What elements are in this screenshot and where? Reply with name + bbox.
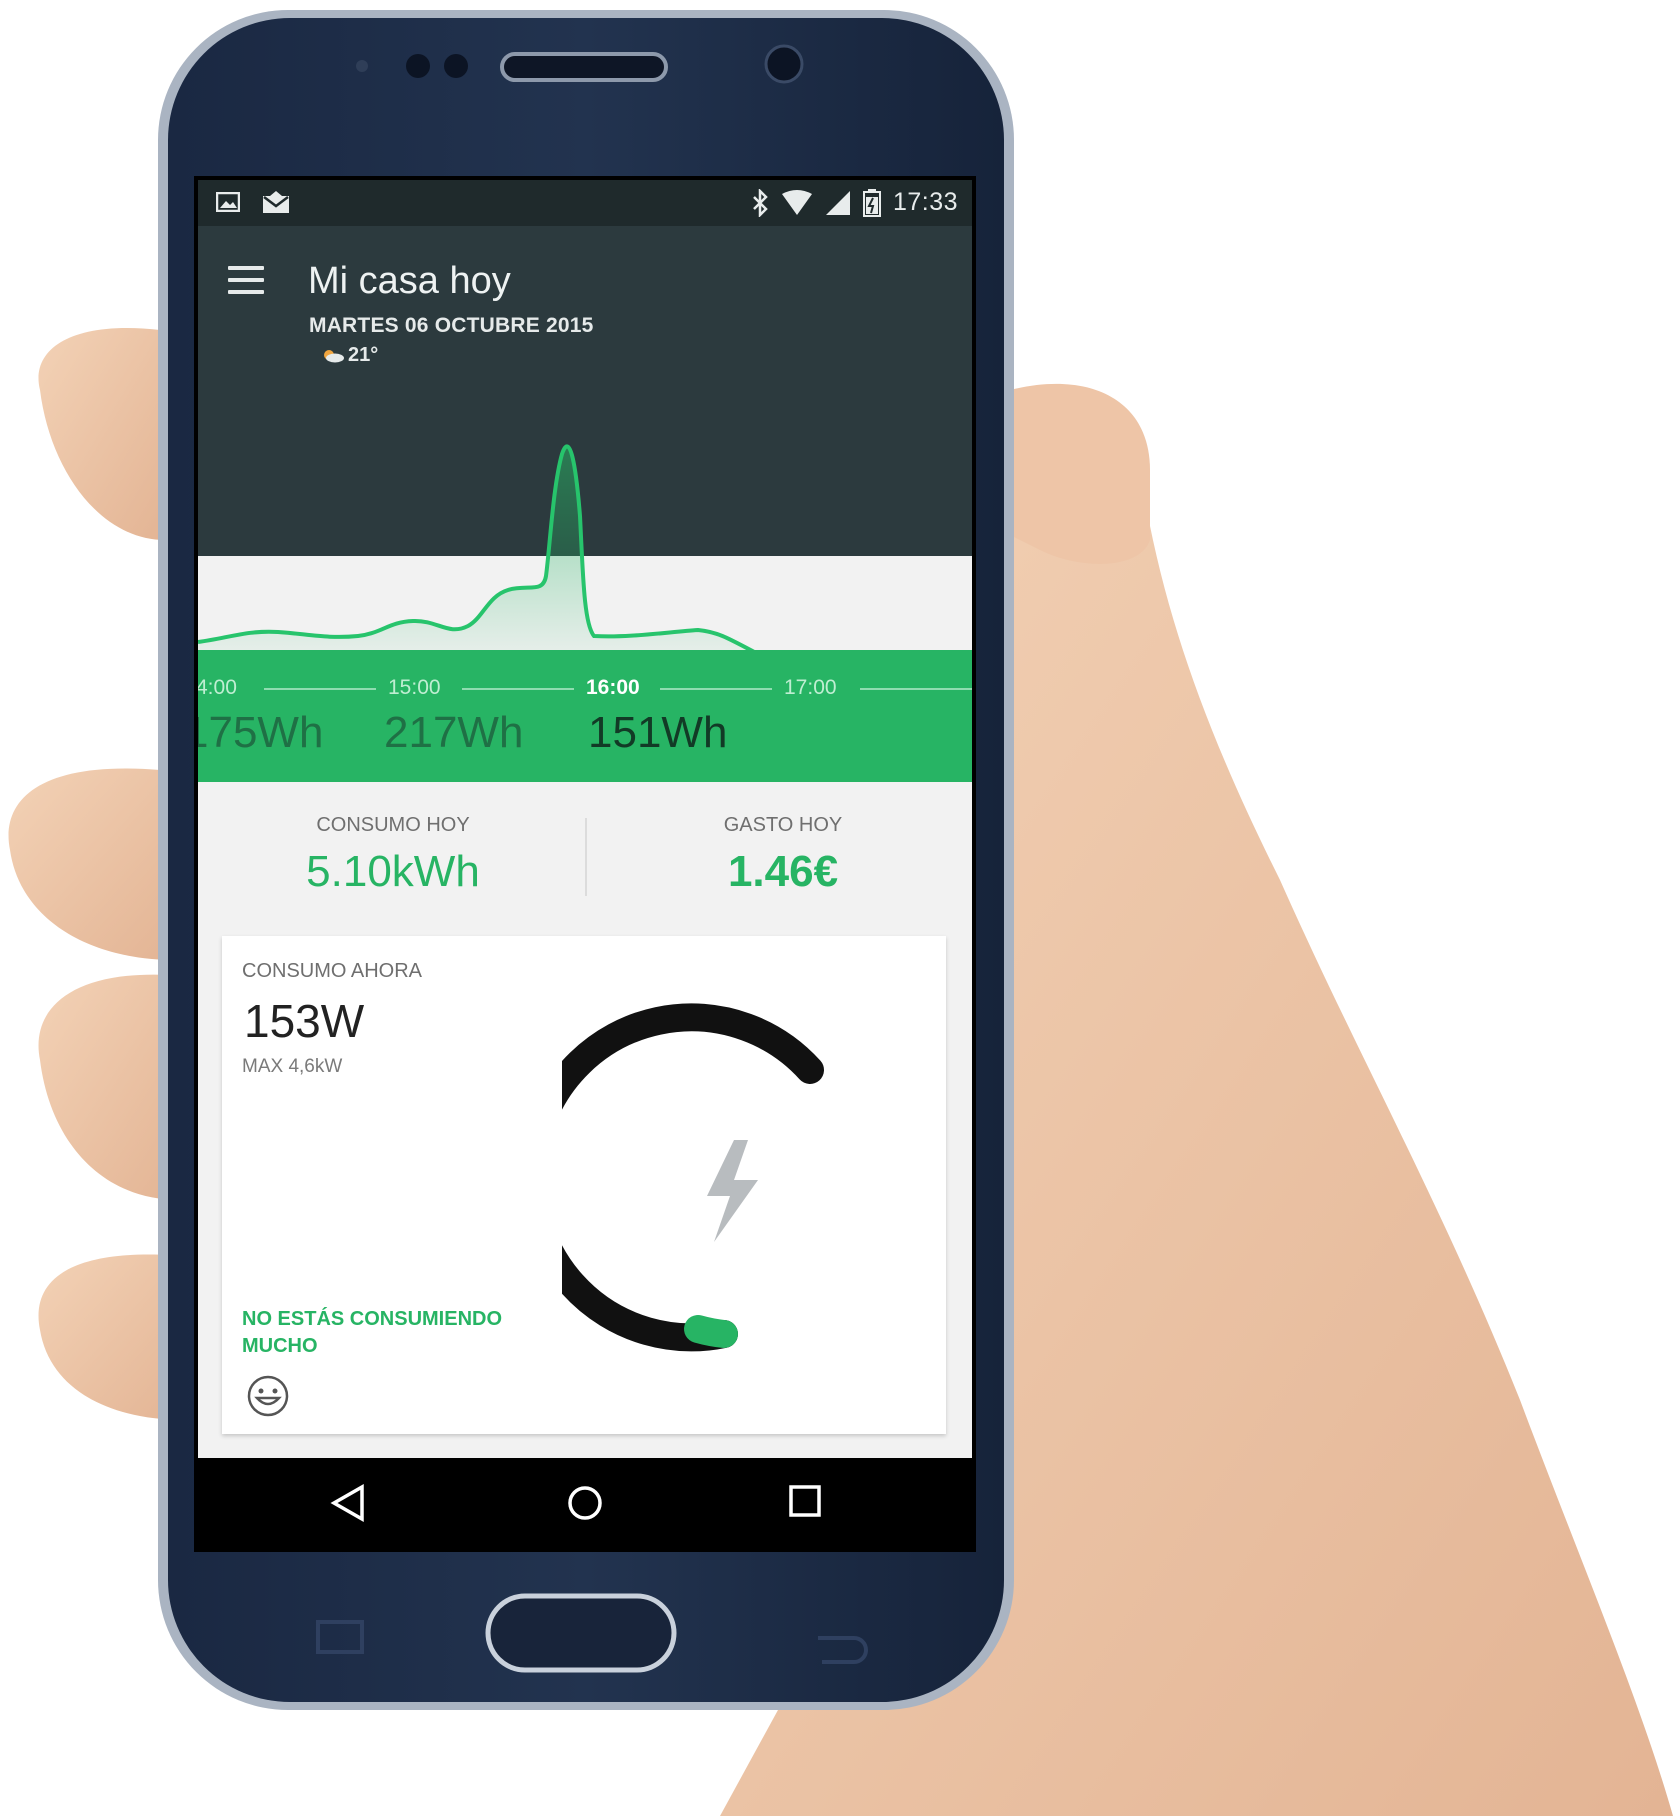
current-consumption-value: 153W [244,995,365,1047]
consumption-gauge [562,1003,824,1352]
hourly-reading-active[interactable]: 151Wh [588,708,727,758]
bluetooth-icon [753,188,768,217]
timeline-divider [264,688,376,690]
signal-icon [825,190,850,215]
status-right-icons: 17:33 [751,188,958,217]
battery-icon [862,188,881,217]
cost-today-label: GASTO HOY [723,814,843,836]
wifi-icon [781,189,812,215]
cost-today-value: 1.46€ [727,847,839,896]
current-consumption-card[interactable]: CONSUMO AHORA 153W MAX 4,6kW NO ESTÁS CO… [222,936,946,1434]
consumption-today-value: 5.10kWh [306,847,480,896]
home-circle-icon[interactable] [566,1484,604,1522]
android-navigation-bar [198,1462,972,1544]
scene: 17:33 Mi casa hoy MARTES 06 OCTUBRE 2015… [0,0,1673,1816]
timeline-tick: 15:00 [388,676,441,699]
mail-icon [263,191,289,213]
timeline-tick: 4:00 [198,676,237,699]
current-consumption-max: MAX 4,6kW [242,1056,343,1077]
timeline-tick-active: 16:00 [586,676,640,699]
hourly-reading[interactable]: 175Wh [198,708,323,758]
current-consumption-label: CONSUMO AHORA [242,960,423,982]
timeline-divider [860,688,972,690]
recents-square-icon[interactable] [788,1484,822,1518]
weather-info: 21° [322,344,378,367]
phone-screen: 17:33 Mi casa hoy MARTES 06 OCTUBRE 2015… [198,180,972,1458]
consumption-message: NO ESTÁS CONSUMIENDO MUCHO [242,1308,503,1357]
timeline-divider [660,688,772,690]
smiley-icon [247,1375,289,1417]
lightning-icon [707,1140,758,1242]
hamburger-menu-icon[interactable] [228,266,264,296]
hourly-reading[interactable]: 217Wh [384,708,523,758]
image-icon [216,192,240,212]
partly-cloudy-icon [324,349,344,362]
consumption-today: CONSUMO HOY 5.10kWh [258,814,528,897]
timeline-divider [462,688,574,690]
page-date: MARTES 06 OCTUBRE 2015 [309,314,594,337]
daily-summary: CONSUMO HOY 5.10kWh GASTO HOY 1.46€ [198,782,972,928]
timeline-tick: 17:00 [784,676,837,699]
page-title: Mi casa hoy [308,260,511,302]
status-left-icons [216,190,290,214]
status-bar: 17:33 [198,180,972,226]
weather-temperature: 21° [348,344,379,366]
cost-today: GASTO HOY 1.46€ [648,814,918,897]
gauge-level [684,1315,738,1348]
back-triangle-icon[interactable] [330,1484,366,1522]
status-time: 17:33 [892,188,958,216]
app-header: Mi casa hoy MARTES 06 OCTUBRE 2015 21° [198,226,972,656]
chart-area [198,446,758,656]
summary-divider [585,818,587,896]
consumption-today-label: CONSUMO HOY [316,814,470,836]
hourly-timeline[interactable]: 4:00 15:00 16:00 17:00 175Wh 217Wh 151Wh [198,650,972,782]
gauge-track [562,1003,824,1352]
consumption-chart [198,444,759,656]
